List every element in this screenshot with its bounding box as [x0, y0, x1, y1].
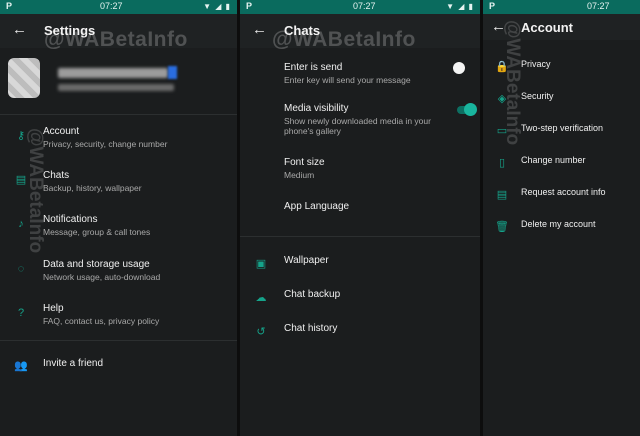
item-label: Font size [284, 157, 325, 168]
blurred-profile-name [58, 68, 168, 78]
status-time: 07:27 [587, 1, 610, 11]
screenshot-collage: P 07:27 ▼ ◢ ▮ ← Settings @WABetaInfo @WA… [0, 0, 640, 436]
item-label: Enter is send [284, 62, 343, 73]
settings-item-notifications[interactable]: ♪ Notifications Message, group & call to… [0, 214, 237, 242]
item-label: Account [43, 126, 80, 137]
wallpaper-icon: ▣ [255, 258, 267, 270]
media-visibility-setting[interactable]: Media visibility Show newly downloaded m… [240, 103, 480, 139]
media-visibility-toggle-knob[interactable] [464, 103, 477, 116]
status-time: 07:27 [100, 1, 123, 11]
watermark: @WABetaInfo [272, 28, 416, 51]
dots-icon: ▭ [496, 125, 508, 137]
wallpaper-item[interactable]: ▣ Wallpaper [240, 254, 480, 270]
item-label: Chats [43, 170, 70, 181]
item-label: Data and storage usage [43, 259, 150, 270]
item-label: Chat backup [284, 289, 341, 300]
item-subtitle: Show newly downloaded media in your [284, 116, 431, 126]
trash-icon: 🗑 [495, 221, 509, 233]
item-subtitle: Medium [284, 170, 315, 180]
settings-item-account[interactable]: ⚷ Account Privacy, security, change numb… [0, 126, 237, 154]
settings-item-help[interactable]: ? Help FAQ, contact us, privacy policy [0, 303, 237, 331]
status-carrier: P [246, 1, 253, 11]
status-icons: ▼ ◢ ▮ [446, 2, 474, 11]
data-usage-icon: ◌ [17, 263, 25, 275]
enter-is-send-toggle[interactable] [453, 62, 465, 74]
bell-icon: ♪ [18, 218, 24, 230]
profile-row[interactable] [0, 48, 237, 110]
account-settings-screen: P 07:27 ← Account @WABetaInfo 🔒 Privacy … [483, 0, 640, 436]
item-label: Chat history [284, 323, 338, 334]
blurred-profile-status [58, 84, 174, 91]
item-label: Change number [521, 155, 586, 165]
item-label: Wallpaper [284, 255, 329, 266]
item-label: App Language [284, 201, 350, 212]
item-subtitle: FAQ, contact us, privacy policy [43, 316, 160, 326]
divider [0, 340, 237, 341]
item-subtitle: Network usage, auto-download [43, 272, 161, 282]
item-subtitle: Enter key will send your message [284, 75, 411, 85]
status-bar: P 07:27 ▼ ◢ ▮ [0, 0, 237, 14]
account-item-request-info[interactable]: ▤ Request account info [483, 185, 640, 201]
avatar[interactable] [8, 58, 40, 98]
key-icon: ⚷ [16, 130, 26, 142]
account-item-privacy[interactable]: 🔒 Privacy [483, 57, 640, 73]
people-icon: 👥 [14, 360, 28, 372]
item-label: Invite a friend [43, 358, 104, 369]
status-time: 07:27 [353, 1, 376, 11]
settings-screen: P 07:27 ▼ ◢ ▮ ← Settings @WABetaInfo @WA… [0, 0, 237, 436]
status-bar: P 07:27 [483, 0, 640, 14]
item-label: Security [521, 91, 554, 101]
account-item-change-number[interactable]: ▯ Change number [483, 153, 640, 169]
status-carrier: P [6, 1, 13, 11]
blurred-profile-emoji [168, 66, 177, 79]
help-icon: ? [17, 307, 25, 319]
status-carrier: P [489, 1, 496, 11]
item-subtitle: Message, group & call tones [43, 227, 151, 237]
item-label: Media visibility [284, 103, 349, 114]
lock-icon: 🔒 [495, 61, 509, 73]
cloud-upload-icon: ☁ [255, 292, 267, 304]
back-arrow-icon[interactable]: ← [252, 21, 267, 38]
item-subtitle: phone's gallery [284, 126, 341, 136]
chats-settings-screen: P 07:27 ▼ ◢ ▮ ← Chats @WABetaInfo Enter … [240, 0, 480, 436]
font-size-setting[interactable]: Font size Medium [240, 157, 480, 183]
item-label: Help [43, 303, 64, 314]
page-title: Account [521, 20, 573, 35]
status-icons: ▼ ◢ ▮ [203, 2, 231, 11]
item-label: Privacy [521, 59, 551, 69]
history-icon: ↺ [256, 326, 266, 338]
account-item-security[interactable]: ◈ Security [483, 89, 640, 105]
phone-icon: ▯ [498, 157, 506, 169]
back-arrow-icon[interactable]: ← [12, 21, 27, 38]
item-label: Two-step verification [521, 123, 604, 133]
account-item-delete[interactable]: 🗑 Delete my account [483, 217, 640, 233]
invite-friend-item[interactable]: 👥 Invite a friend [0, 356, 237, 374]
shield-icon: ◈ [497, 93, 507, 105]
item-label: Delete my account [521, 219, 596, 229]
item-subtitle: Privacy, security, change number [43, 139, 168, 149]
status-bar: P 07:27 ▼ ◢ ▮ [240, 0, 480, 14]
chat-backup-item[interactable]: ☁ Chat backup [240, 288, 480, 304]
settings-item-data-storage[interactable]: ◌ Data and storage usage Network usage, … [0, 259, 237, 287]
divider [0, 114, 237, 115]
document-icon: ▤ [496, 189, 508, 201]
enter-is-send-setting[interactable]: Enter is send Enter key will send your m… [240, 62, 480, 88]
divider [240, 236, 480, 237]
app-language-setting[interactable]: App Language [240, 201, 480, 217]
item-subtitle: Backup, history, wallpaper [43, 183, 142, 193]
settings-item-chats[interactable]: ▤ Chats Backup, history, wallpaper [0, 170, 237, 198]
chat-icon: ▤ [15, 174, 27, 186]
chat-history-item[interactable]: ↺ Chat history [240, 322, 480, 338]
account-item-two-step[interactable]: ▭ Two-step verification [483, 121, 640, 137]
item-label: Notifications [43, 214, 98, 225]
item-label: Request account info [521, 187, 606, 197]
